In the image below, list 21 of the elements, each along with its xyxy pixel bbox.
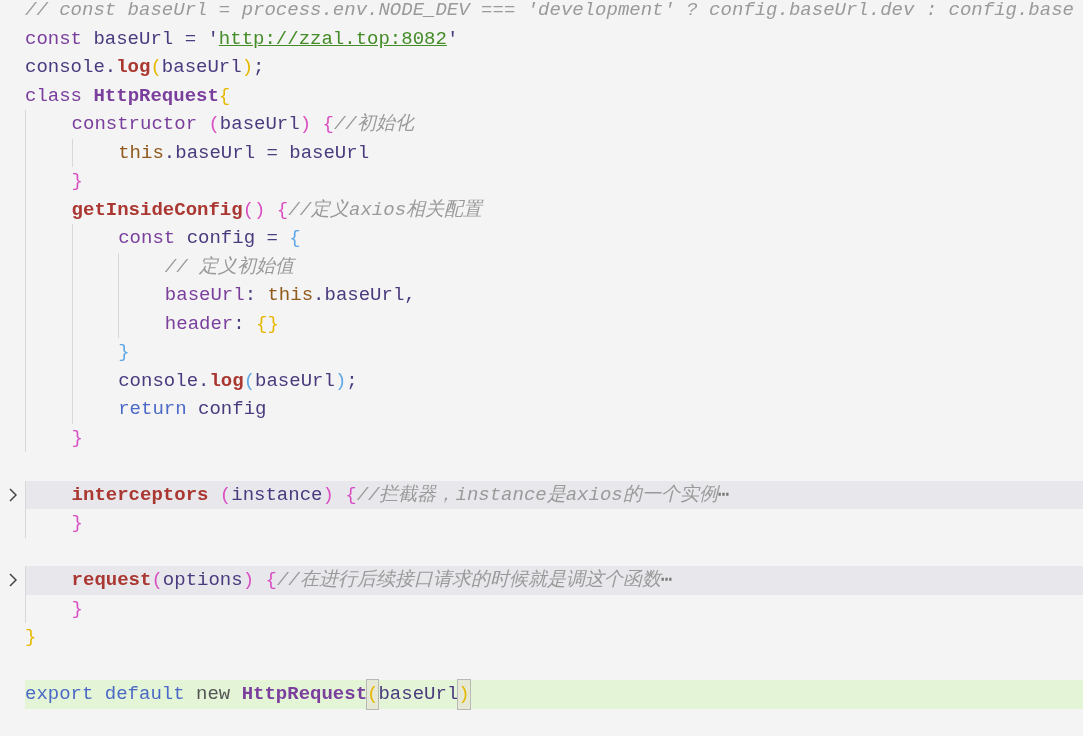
- code-line: constructor (baseUrl) {//初始化: [25, 110, 1083, 139]
- code-line: // const baseUrl = process.env.NODE_DEV === 'development' ? config.baseUrl.dev : config.base: [25, 0, 1075, 23]
- code-line: this.baseUrl = baseUrl: [25, 138, 1083, 167]
- code-line: }: [25, 423, 1083, 452]
- code-line: }: [25, 594, 1083, 623]
- code-line: }: [25, 625, 38, 650]
- code-line: class HttpRequest{: [25, 83, 232, 109]
- chevron-icon[interactable]: [8, 487, 17, 502]
- code-line: return config: [25, 395, 1083, 424]
- code-line: baseUrl: this.baseUrl,: [25, 281, 1083, 310]
- code-line: }: [25, 509, 1083, 538]
- code-line: // 定义初始值: [25, 252, 1083, 281]
- chevron-icon[interactable]: [8, 573, 17, 588]
- code-line: console.log(baseUrl);: [25, 55, 266, 80]
- code-line: }: [25, 167, 1083, 196]
- code-line: console.log(baseUrl);: [25, 366, 1083, 395]
- code-line: getInsideConfig() {//定义axios相关配置: [25, 195, 1083, 224]
- code-line: header: {}: [25, 309, 1083, 338]
- code-line: const config = {: [25, 224, 1083, 253]
- code-line: const baseUrl = 'http://zzal.top:8082': [25, 26, 460, 52]
- code-line: }: [25, 338, 1083, 367]
